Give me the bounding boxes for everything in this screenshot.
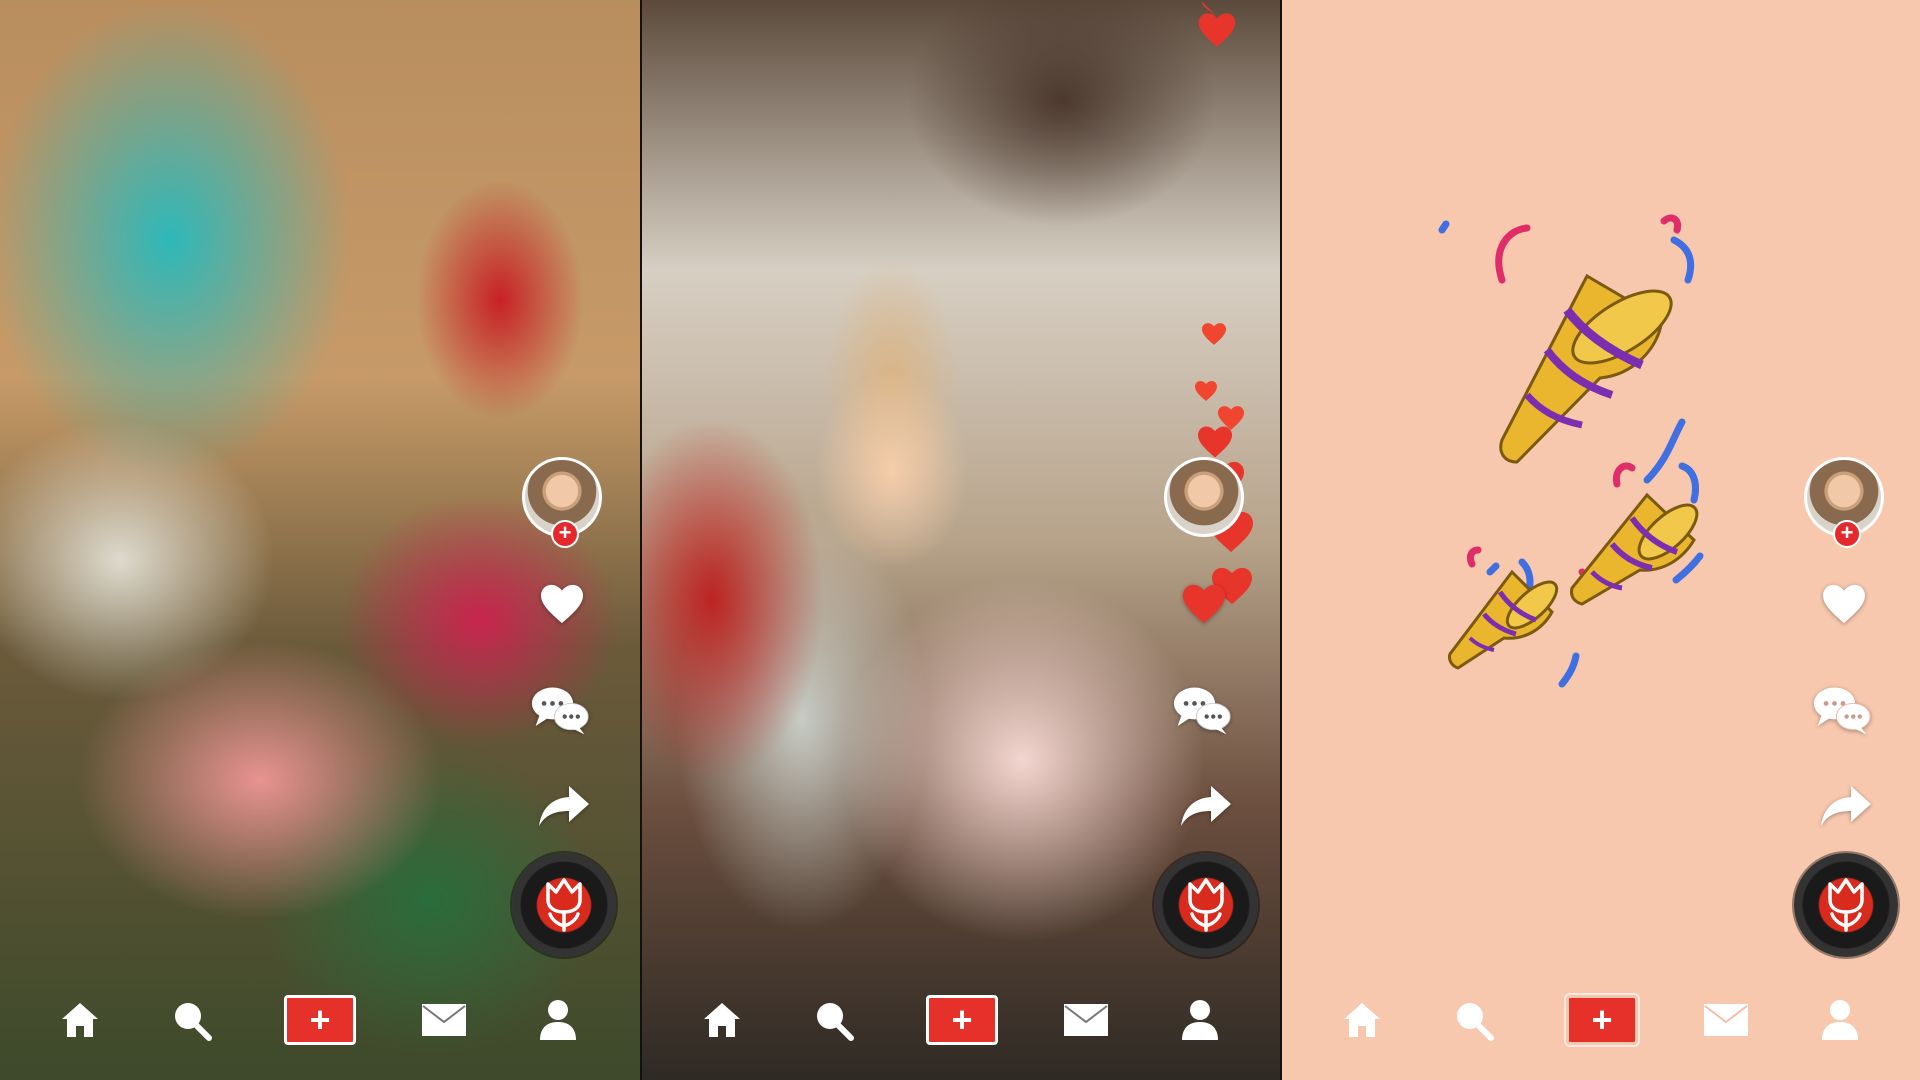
nav-search[interactable] bbox=[1444, 990, 1504, 1050]
mail-icon bbox=[422, 1004, 466, 1036]
party-popper-icon bbox=[1499, 273, 1673, 464]
sound-disc[interactable] bbox=[1794, 853, 1898, 957]
comment-button[interactable] bbox=[530, 680, 590, 740]
nav-home[interactable] bbox=[692, 990, 752, 1050]
creator-avatar[interactable]: + bbox=[1164, 457, 1244, 537]
follow-button[interactable]: + bbox=[551, 520, 579, 548]
share-arrow-icon bbox=[1181, 786, 1231, 826]
comment-bubbles-icon bbox=[1173, 687, 1231, 735]
heart-icon bbox=[1183, 584, 1225, 624]
share-arrow-icon bbox=[539, 786, 589, 826]
search-icon bbox=[1457, 1003, 1494, 1041]
like-button[interactable] bbox=[532, 574, 592, 634]
create-plus: + bbox=[1591, 999, 1613, 1040]
nav-inbox[interactable] bbox=[1696, 990, 1756, 1050]
video-screen-2[interactable]: + bbox=[640, 0, 1280, 1080]
nav-home[interactable] bbox=[50, 990, 110, 1050]
nav-inbox[interactable] bbox=[1056, 990, 1116, 1050]
comment-button[interactable] bbox=[1812, 680, 1872, 740]
comment-button[interactable] bbox=[1172, 680, 1232, 740]
share-button[interactable] bbox=[1176, 776, 1236, 836]
create-plus: + bbox=[951, 999, 973, 1040]
app-screens: + + + + + bbox=[0, 0, 1920, 1080]
nav-create[interactable]: + bbox=[1564, 990, 1640, 1050]
heart-icon bbox=[1823, 584, 1865, 624]
nav-search[interactable] bbox=[162, 990, 222, 1050]
share-button[interactable] bbox=[1816, 776, 1876, 836]
like-button[interactable] bbox=[1174, 574, 1234, 634]
person-icon bbox=[1822, 1000, 1858, 1040]
nav-profile[interactable] bbox=[1170, 990, 1230, 1050]
heart-icon bbox=[541, 584, 583, 624]
create-button[interactable]: + bbox=[926, 995, 998, 1045]
nav-profile[interactable] bbox=[1810, 990, 1870, 1050]
comment-bubbles-icon bbox=[1813, 687, 1871, 735]
celebration-screen[interactable]: + + bbox=[1280, 0, 1920, 1080]
tulip-disc-icon bbox=[546, 878, 582, 932]
tulip-disc-icon bbox=[1188, 878, 1224, 932]
nav-home[interactable] bbox=[1332, 990, 1392, 1050]
video-screen-1[interactable]: + + bbox=[0, 0, 640, 1080]
party-popper-icon bbox=[1448, 569, 1559, 670]
create-plus: + bbox=[309, 999, 331, 1040]
nav-inbox[interactable] bbox=[414, 990, 474, 1050]
party-poppers bbox=[1438, 214, 1704, 688]
comment-bubbles-icon bbox=[531, 687, 589, 735]
bottom-nav: + bbox=[0, 970, 640, 1080]
share-button[interactable] bbox=[534, 776, 594, 836]
floating-heart-icon bbox=[1198, 426, 1232, 458]
share-arrow-icon bbox=[1821, 786, 1871, 826]
home-icon bbox=[62, 1003, 98, 1037]
search-icon bbox=[817, 1003, 854, 1041]
nav-search[interactable] bbox=[804, 990, 864, 1050]
floating-heart-icon bbox=[1195, 381, 1217, 401]
create-button[interactable]: + bbox=[1566, 995, 1638, 1045]
bottom-nav: + bbox=[642, 970, 1280, 1080]
party-popper-icon bbox=[1570, 492, 1699, 606]
create-button[interactable]: + bbox=[284, 995, 356, 1045]
nav-create[interactable]: + bbox=[924, 990, 1000, 1050]
floating-heart-icon bbox=[1202, 323, 1226, 345]
creator-avatar[interactable]: + bbox=[1804, 457, 1884, 548]
floating-heart-icon bbox=[1198, 1, 1236, 47]
tulip-disc-icon bbox=[1828, 878, 1864, 932]
nav-profile[interactable] bbox=[528, 990, 588, 1050]
follow-button[interactable]: + bbox=[1833, 520, 1861, 548]
bottom-nav: + bbox=[1282, 970, 1920, 1080]
home-icon bbox=[1344, 1003, 1380, 1037]
mail-icon bbox=[1064, 1004, 1108, 1036]
person-icon bbox=[1182, 1000, 1218, 1040]
home-icon bbox=[704, 1003, 740, 1037]
nav-create[interactable]: + bbox=[282, 990, 358, 1050]
like-button[interactable] bbox=[1814, 574, 1874, 634]
sound-disc[interactable] bbox=[512, 853, 616, 957]
search-icon bbox=[175, 1003, 212, 1041]
sound-disc[interactable] bbox=[1154, 853, 1258, 957]
mail-icon bbox=[1704, 1004, 1748, 1036]
creator-avatar[interactable]: + bbox=[522, 457, 602, 548]
person-icon bbox=[540, 1000, 576, 1040]
